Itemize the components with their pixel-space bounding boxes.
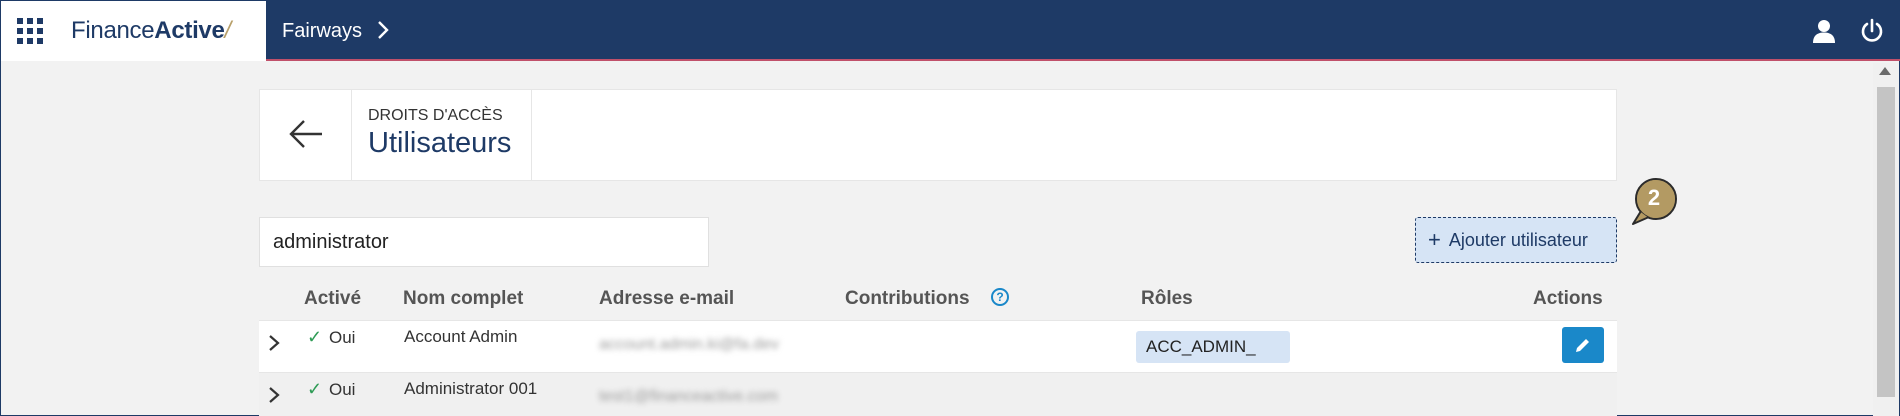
role-chip: ACC_ADMIN_: [1136, 331, 1290, 363]
app-title[interactable]: Fairways: [282, 20, 362, 43]
scroll-up-arrow-icon[interactable]: [1879, 67, 1891, 75]
edit-button[interactable]: [1562, 327, 1604, 363]
column-header-active[interactable]: Activé: [304, 288, 361, 310]
active-status: Oui: [329, 380, 356, 399]
search-input[interactable]: [259, 217, 709, 267]
step-badge-number: 2: [1647, 185, 1661, 210]
user-full-name: Account Admin: [404, 327, 518, 346]
column-header-name[interactable]: Nom complet: [403, 288, 523, 310]
column-header-roles[interactable]: Rôles: [1141, 288, 1193, 310]
top-bar: FinanceActive/ Fairways: [1, 1, 1900, 61]
logo-text-bold: Active: [154, 17, 225, 44]
scrollbar-thumb[interactable]: [1877, 87, 1895, 397]
active-status: Oui: [329, 328, 356, 347]
check-icon: ✓: [307, 327, 323, 347]
page-title: Utilisateurs: [368, 127, 512, 159]
finance-active-logo[interactable]: FinanceActive/: [71, 17, 231, 45]
user-full-name: Administrator 001: [404, 379, 538, 398]
back-button[interactable]: [260, 90, 352, 180]
user-email: account.admin.ki@fa.dev: [599, 336, 779, 353]
add-user-button[interactable]: + Ajouter utilisateur: [1415, 217, 1617, 263]
page-kicker: DROITS D'ACCÈS: [368, 107, 503, 124]
arrow-left-icon: [289, 120, 322, 148]
power-icon[interactable]: [1859, 17, 1885, 45]
column-header-actions: Actions: [1533, 288, 1603, 309]
chevron-right-icon[interactable]: [376, 19, 390, 47]
title-block: DROITS D'ACCÈS Utilisateurs: [352, 90, 532, 180]
column-header-email[interactable]: Adresse e-mail: [599, 288, 734, 310]
logo-text-regular: Finance: [71, 17, 155, 44]
add-user-label: Ajouter utilisateur: [1448, 229, 1588, 250]
table-row[interactable]: ✓ Oui Account Admin account.admin.ki@fa.…: [259, 320, 1617, 372]
brand-area: FinanceActive/: [1, 1, 266, 61]
expand-chevron-icon[interactable]: [267, 333, 281, 353]
column-header-contributions[interactable]: Contributions: [845, 288, 970, 310]
pencil-icon: [1576, 337, 1591, 352]
page-header-card: DROITS D'ACCÈS Utilisateurs: [259, 89, 1617, 181]
expand-chevron-icon[interactable]: [267, 385, 281, 405]
plus-icon: +: [1428, 227, 1441, 252]
check-icon: ✓: [307, 379, 323, 399]
user-email: test1@financeactive.com: [599, 388, 778, 405]
user-icon[interactable]: [1811, 18, 1837, 44]
logo-slash-mark: /: [224, 17, 232, 44]
help-icon[interactable]: ?: [991, 288, 1009, 306]
apps-grid-icon[interactable]: [17, 18, 43, 44]
table-row[interactable]: ✓ Oui Administrator 001 test1@financeact…: [259, 372, 1617, 416]
